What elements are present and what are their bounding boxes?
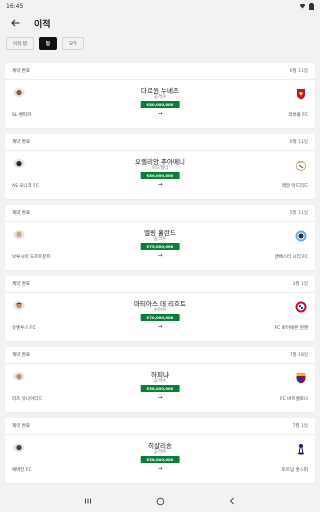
tottenham-badge-icon — [295, 440, 307, 455]
system-nav-bar — [0, 490, 320, 512]
status-icons — [299, 2, 314, 10]
back-arrow-icon — [10, 19, 19, 27]
card-header: 계약 완료 7월 18일 — [5, 347, 315, 364]
card-header: 계약 완료 6월 11일 — [5, 63, 315, 80]
from-club: 보루시아 도르트문트 — [12, 255, 51, 260]
liverpool-badge-icon — [295, 85, 307, 100]
filter-chips: 이적 탭 탑 모두 — [0, 37, 320, 51]
transfer-arrow-icon: → — [157, 465, 163, 472]
transfer-fee-badge: €75,000,000 — [140, 243, 180, 250]
card-header: 계약 완료 7월 1일 — [5, 418, 315, 435]
player-position: 공격수 — [153, 237, 167, 242]
filter-chip-top[interactable]: 탑 — [38, 37, 57, 50]
transfer-arrow-icon: → — [157, 252, 163, 259]
transfer-card[interactable]: 계약 완료 6월 11일 오렐리앙 추아메니 미드필더 €80,000,000 … — [5, 134, 315, 199]
barcelona-badge-icon — [295, 369, 307, 384]
transfer-card[interactable]: 계약 완료 3월 1일 마티아스 데 리흐트 수비수 €70,000,000 →… — [5, 276, 315, 341]
filter-chip-all[interactable]: 모두 — [62, 37, 85, 50]
from-club: 에버턴 FC — [12, 468, 32, 473]
transfer-arrow-icon: → — [157, 110, 163, 117]
app-bar: 이적 — [0, 12, 320, 34]
transfer-fee-badge: €58,000,000 — [140, 456, 180, 463]
transfer-date: 3월 1일 — [292, 282, 308, 287]
to-club: FC 바이에른 뮌헨 — [274, 326, 308, 331]
battery-icon — [309, 2, 314, 10]
transfer-card[interactable]: 계약 완료 5월 11일 엘링 홀란드 공격수 €75,000,000 → 보루… — [5, 205, 315, 270]
status-time: 16:45 — [6, 2, 24, 10]
transfer-card[interactable]: 계약 완료 7월 18일 하피냐 공격수 €58,000,000 → 리즈 유나… — [5, 347, 315, 412]
to-club: 리버풀 FC — [288, 113, 308, 118]
to-club: 레알 마드리드 — [281, 184, 308, 189]
transfer-date: 7월 1일 — [292, 424, 308, 429]
transfer-fee-badge: €80,000,000 — [140, 101, 180, 108]
to-club: 토트넘 홋스퍼 — [281, 468, 308, 473]
transfer-status: 계약 완료 — [12, 69, 30, 74]
transfer-status: 계약 완료 — [12, 140, 30, 145]
transfer-arrow-icon: → — [157, 181, 163, 188]
home-icon — [156, 497, 164, 505]
card-header: 계약 완료 3월 1일 — [5, 276, 315, 293]
transfer-card[interactable]: 계약 완료 7월 1일 히샬리송 공격수 €58,000,000 → 에버턴 F… — [5, 418, 315, 483]
transfer-fee-badge: €58,000,000 — [140, 385, 180, 392]
transfer-fee-badge: €70,000,000 — [140, 314, 180, 321]
home-button[interactable] — [153, 494, 167, 508]
back-button[interactable] — [8, 16, 22, 30]
player-position: 공격수 — [153, 95, 167, 100]
back-chevron-icon — [229, 497, 234, 505]
player-position: 공격수 — [153, 379, 167, 384]
transfer-date: 6월 11일 — [289, 140, 308, 145]
manchester-city-badge-icon — [295, 227, 307, 242]
transfer-date: 5월 11일 — [289, 211, 308, 216]
transfer-date: 6월 11일 — [289, 69, 308, 74]
recents-icon — [85, 498, 91, 504]
player-position: 공격수 — [153, 450, 167, 455]
transfer-status: 계약 완료 — [12, 353, 30, 358]
transfer-status: 계약 완료 — [12, 282, 30, 287]
from-club: 리즈 유나이티드 — [12, 397, 43, 402]
wifi-icon — [299, 3, 306, 9]
card-header: 계약 완료 5월 11일 — [5, 205, 315, 222]
real-madrid-badge-icon — [295, 156, 307, 171]
transfer-status: 계약 완료 — [12, 211, 30, 216]
to-club: FC 바르셀로나 — [280, 397, 308, 402]
bayern-badge-icon — [295, 298, 307, 313]
status-bar: 16:45 — [0, 0, 320, 12]
from-club: SL 벤피카 — [12, 113, 32, 118]
page-title: 이적 — [34, 19, 51, 30]
transfer-arrow-icon: → — [157, 394, 163, 401]
transfer-card[interactable]: 계약 완료 6월 11일 다르윈 누녜즈 공격수 €80,000,000 → S… — [5, 63, 315, 128]
transfer-fee-badge: €80,000,000 — [140, 172, 180, 179]
back-nav-button[interactable] — [225, 494, 239, 508]
player-position: 미드필더 — [151, 166, 169, 171]
transfer-arrow-icon: → — [157, 323, 163, 330]
player-position: 수비수 — [153, 308, 167, 313]
card-header: 계약 완료 6월 11일 — [5, 134, 315, 151]
from-club: AS 모나코 FC — [12, 184, 39, 189]
from-club: 유벤투스 FC — [12, 326, 36, 331]
transfer-status: 계약 완료 — [12, 424, 30, 429]
transfer-date: 7월 18일 — [289, 353, 308, 358]
filter-chip-transfer-tab[interactable]: 이적 탭 — [6, 37, 34, 50]
to-club: 맨체스터 시티 FC — [274, 255, 308, 260]
recents-button[interactable] — [81, 494, 95, 508]
